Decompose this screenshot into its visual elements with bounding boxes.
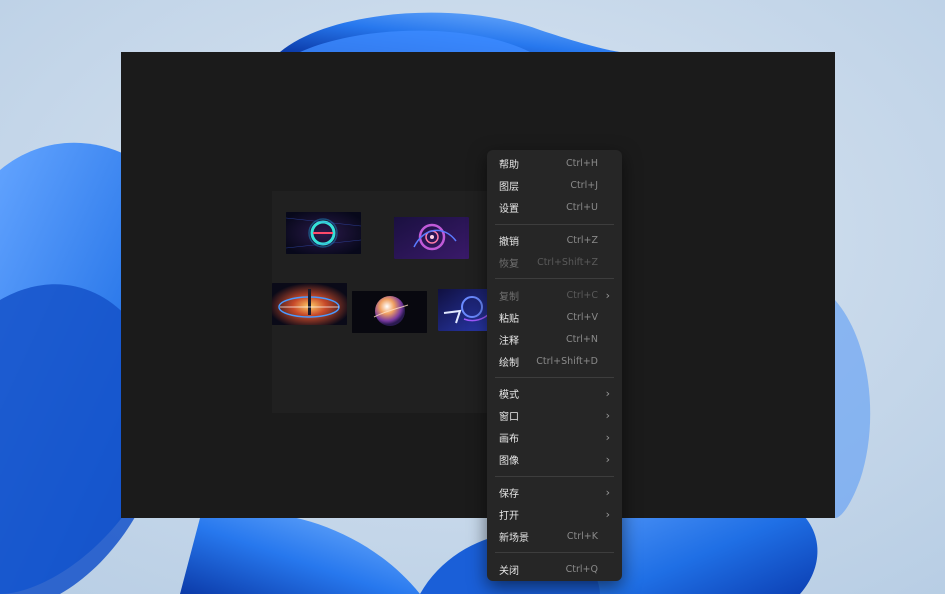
menu-item-label: 画布 xyxy=(499,434,519,446)
thumbnail-abstract[interactable] xyxy=(438,289,492,331)
menu-item[interactable]: 绘制 Ctrl+Shift+D xyxy=(487,350,622,372)
menu-item[interactable]: 新场景 Ctrl+K xyxy=(487,525,622,547)
menu-item-label: 复制 xyxy=(499,291,519,303)
menu-item[interactable]: 注释 Ctrl+N xyxy=(487,328,622,350)
thumbnail-swirl[interactable] xyxy=(394,217,469,259)
menu-item-shortcut: Ctrl+V xyxy=(566,311,598,323)
menu-item[interactable]: 关闭 Ctrl+Q xyxy=(487,558,622,580)
thumbnail-planet[interactable] xyxy=(352,291,427,333)
menu-item-label: 模式 xyxy=(499,390,519,402)
menu-item-label: 帮助 xyxy=(499,160,519,172)
menu-item[interactable]: 恢复 Ctrl+Shift+Z xyxy=(487,252,622,274)
menu-item-label: 新场景 xyxy=(499,532,529,544)
menu-item-shortcut: Ctrl+U xyxy=(566,202,598,214)
menu-item[interactable]: 图像 › xyxy=(487,449,622,471)
menu-separator xyxy=(495,223,614,225)
menu-item-shortcut: Ctrl+Shift+D xyxy=(536,355,598,367)
planet-image-icon xyxy=(352,291,427,333)
menu-item-label: 绘制 xyxy=(499,357,519,369)
menu-item-label: 撤销 xyxy=(499,237,519,249)
menu-item[interactable]: 设置 Ctrl+U xyxy=(487,197,622,219)
menu-item-shortcut: Ctrl+K xyxy=(566,530,598,542)
chevron-right-icon: › xyxy=(605,409,610,423)
canvas-board xyxy=(272,191,492,413)
menu-item[interactable]: 窗口 › xyxy=(487,405,622,427)
chevron-right-icon: › xyxy=(605,431,610,445)
menu-item[interactable]: 复制 Ctrl+C › xyxy=(487,284,622,306)
menu-item[interactable]: 保存 › xyxy=(487,482,622,504)
menu-separator xyxy=(495,475,614,477)
menu-item-label: 设置 xyxy=(499,204,519,216)
thumbnail-ring[interactable] xyxy=(286,212,361,254)
menu-item[interactable]: 帮助 Ctrl+H xyxy=(487,153,622,175)
app-window xyxy=(121,52,835,518)
chevron-right-icon: › xyxy=(605,453,610,467)
chevron-right-icon: › xyxy=(605,486,610,500)
chevron-right-icon: › xyxy=(605,288,610,302)
menu-item-shortcut: Ctrl+Z xyxy=(566,235,598,247)
menu-item-shortcut: Ctrl+J xyxy=(570,180,598,192)
swirl-image-icon xyxy=(394,217,469,259)
ring-image-icon xyxy=(286,212,361,254)
menu-item[interactable]: 图层 Ctrl+J xyxy=(487,175,622,197)
menu-item-label: 注释 xyxy=(499,335,519,347)
menu-item-shortcut: Ctrl+H xyxy=(565,158,598,170)
menu-item-label: 图像 xyxy=(499,456,519,468)
thumbnail-flare[interactable] xyxy=(272,283,347,325)
abstract-image-icon xyxy=(438,289,492,331)
menu-item-shortcut: Ctrl+Q xyxy=(565,563,598,575)
menu-item[interactable]: 粘贴 Ctrl+V xyxy=(487,306,622,328)
menu-separator xyxy=(495,377,614,379)
menu-item-shortcut: Ctrl+N xyxy=(566,333,598,345)
menu-item-label: 图层 xyxy=(499,182,519,194)
menu-item[interactable]: 撤销 Ctrl+Z xyxy=(487,230,622,252)
menu-item[interactable]: 画布 › xyxy=(487,427,622,449)
menu-item-label: 恢复 xyxy=(499,259,519,270)
menu-item-label: 粘贴 xyxy=(499,313,519,325)
menu-item-shortcut: Ctrl+C xyxy=(566,289,599,301)
menu-item-label: 打开 xyxy=(499,510,519,522)
menu-separator xyxy=(495,552,614,554)
menu-item-label: 窗口 xyxy=(499,412,519,424)
context-menu: 帮助 Ctrl+H 图层 Ctrl+J 设置 Ctrl+U 撤销 Ctrl+Z 恢复 Ctrl+S… xyxy=(487,150,622,581)
menu-item-shortcut: Ctrl+Shift+Z xyxy=(537,257,598,268)
menu-separator xyxy=(495,278,614,280)
menu-item[interactable]: 打开 › xyxy=(487,503,622,525)
chevron-right-icon: › xyxy=(605,507,610,521)
flare-image-icon xyxy=(272,283,347,325)
menu-item-label: 保存 xyxy=(499,489,519,501)
menu-item-label: 关闭 xyxy=(499,565,519,577)
menu-item[interactable]: 模式 › xyxy=(487,383,622,405)
chevron-right-icon: › xyxy=(605,387,610,401)
